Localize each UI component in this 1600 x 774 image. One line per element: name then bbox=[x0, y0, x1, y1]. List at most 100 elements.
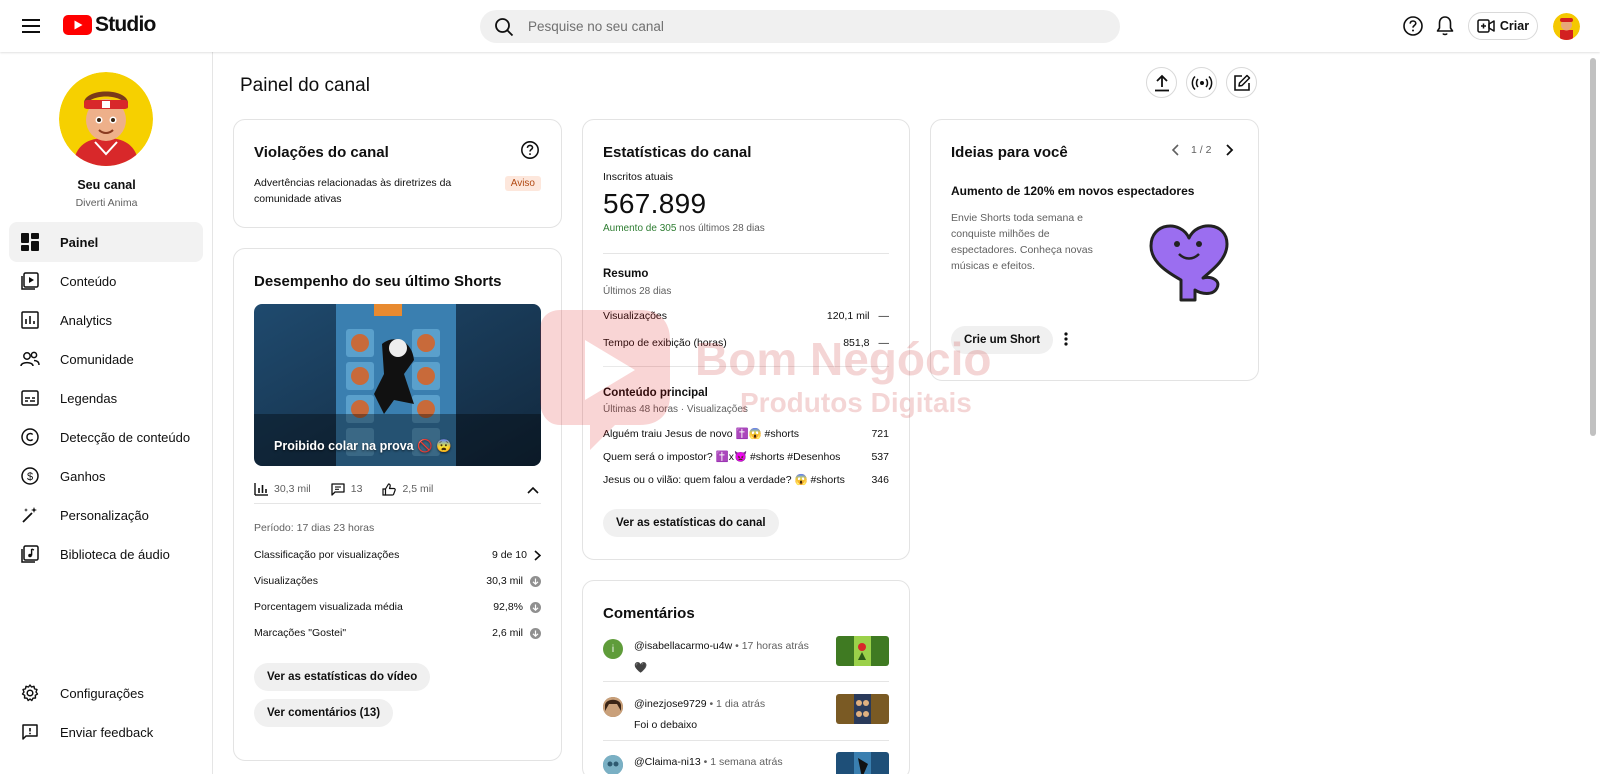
view-comments-button[interactable]: Ver comentários (13) bbox=[254, 699, 394, 727]
sidebar-item-painel[interactable]: Painel bbox=[9, 222, 203, 262]
sidebar: Seu canal Diverti Anima Painel Conteúdo … bbox=[0, 52, 213, 774]
sidebar-item-label: Biblioteca de áudio bbox=[60, 546, 170, 562]
channel-avatar[interactable] bbox=[59, 72, 153, 166]
sidebar-item-ganhos[interactable]: $ Ganhos bbox=[9, 456, 203, 496]
comment-user[interactable]: @isabellacarmo-u4w bbox=[634, 640, 732, 652]
comment-item[interactable]: i @isabellacarmo-u4w • 17 horas atrás 🖤 bbox=[603, 636, 889, 694]
shorts-title: Desempenho do seu último Shorts bbox=[254, 273, 502, 290]
comment-user[interactable]: @inezjose9729 bbox=[634, 698, 707, 710]
heart-mascot-illustration bbox=[1141, 216, 1237, 308]
shorts-row-views: Visualizações 30,3 mil bbox=[254, 575, 541, 587]
channel-stats-button[interactable]: Ver as estatísticas do canal bbox=[603, 509, 779, 537]
divider bbox=[603, 681, 889, 682]
comment-video-thumbnail[interactable] bbox=[836, 752, 889, 774]
row-label: Visualizações bbox=[254, 575, 319, 587]
sidebar-item-legendas[interactable]: Legendas bbox=[9, 378, 203, 418]
sidebar-item-label: Configurações bbox=[60, 685, 144, 701]
go-live-button[interactable] bbox=[1186, 67, 1217, 98]
sidebar-item-label: Conteúdo bbox=[60, 273, 117, 289]
divider bbox=[603, 740, 889, 741]
comment-time: • 17 horas atrás bbox=[735, 640, 809, 652]
stats-title: Estatísticas do canal bbox=[603, 144, 752, 161]
channel-title: Seu canal bbox=[77, 178, 136, 192]
comments-count: 13 bbox=[350, 483, 363, 495]
arrow-down-circle-icon bbox=[530, 601, 541, 613]
create-button[interactable]: Criar bbox=[1468, 12, 1538, 40]
top-content-item[interactable]: Jesus ou o vilão: quem falou a verdade? … bbox=[603, 473, 889, 487]
sidebar-item-label: Ganhos bbox=[60, 468, 106, 484]
studio-logo[interactable]: Studio bbox=[63, 13, 156, 37]
more-options-button[interactable] bbox=[1061, 332, 1071, 348]
create-post-button[interactable] bbox=[1226, 67, 1257, 98]
audio-library-icon bbox=[20, 544, 40, 564]
sidebar-item-analytics[interactable]: Analytics bbox=[9, 300, 203, 340]
violations-title: Violações do canal bbox=[254, 144, 389, 161]
settings-icon bbox=[20, 683, 40, 703]
search-bar[interactable] bbox=[480, 10, 1120, 43]
top-content-title: Conteúdo principal bbox=[603, 387, 708, 399]
feedback-icon bbox=[20, 722, 40, 742]
summary-period: Últimos 28 dias bbox=[603, 286, 672, 297]
content-views: 537 bbox=[871, 450, 889, 463]
comments-title: Comentários bbox=[603, 605, 695, 622]
sidebar-item-comunidade[interactable]: Comunidade bbox=[9, 339, 203, 379]
shorts-performance-card: Desempenho do seu último Shorts Proibido… bbox=[233, 248, 562, 761]
bell-icon bbox=[1436, 16, 1454, 36]
views-stat: 30,3 mil bbox=[254, 482, 311, 496]
video-add-icon bbox=[1477, 19, 1495, 33]
shorts-thumbnail[interactable]: Proibido colar na prova 🚫 😨 bbox=[254, 304, 541, 466]
comment-item[interactable]: @inezjose9729 • 1 dia atrás Foi o debaix… bbox=[603, 694, 889, 752]
previous-idea-button[interactable] bbox=[1167, 142, 1183, 160]
content-views: 346 bbox=[871, 473, 889, 486]
create-label: Criar bbox=[1499, 19, 1530, 33]
comment-time: • 1 dia atrás bbox=[709, 698, 766, 710]
content-icon bbox=[20, 271, 40, 291]
sidebar-item-personalizacao[interactable]: Personalização bbox=[9, 495, 203, 535]
dashboard-icon bbox=[20, 232, 40, 252]
arrow-down-circle-icon bbox=[530, 575, 541, 587]
ideas-card: Ideias para você 1 / 2 Aumento de 120% e… bbox=[930, 119, 1259, 381]
create-short-button[interactable]: Crie um Short bbox=[951, 326, 1054, 354]
sidebar-item-enviar-feedback[interactable]: Enviar feedback bbox=[9, 712, 203, 752]
violations-help-button[interactable] bbox=[519, 140, 541, 162]
sidebar-item-configuracoes[interactable]: Configurações bbox=[9, 673, 203, 713]
search-input[interactable] bbox=[528, 19, 1088, 34]
sidebar-item-biblioteca-audio[interactable]: Biblioteca de áudio bbox=[9, 534, 203, 574]
ideas-pager: 1 / 2 bbox=[1191, 144, 1212, 156]
chevron-right-icon[interactable] bbox=[534, 549, 541, 561]
sidebar-item-label: Comunidade bbox=[60, 351, 134, 367]
help-icon bbox=[1403, 16, 1423, 36]
earn-icon: $ bbox=[20, 466, 40, 486]
notifications-button[interactable] bbox=[1433, 14, 1457, 38]
row-value: 92,8% bbox=[493, 601, 523, 613]
sidebar-item-deteccao[interactable]: Detecção de conteúdo bbox=[9, 417, 203, 457]
subscribers-label: Inscritos atuais bbox=[603, 171, 674, 183]
row-label: Classificação por visualizações bbox=[254, 549, 400, 561]
search-icon bbox=[495, 17, 514, 36]
analytics-icon bbox=[20, 310, 40, 330]
shorts-row-avg-viewed: Porcentagem visualizada média 92,8% bbox=[254, 601, 541, 613]
video-stats-button[interactable]: Ver as estatísticas do vídeo bbox=[254, 663, 431, 691]
collapse-button[interactable] bbox=[525, 481, 541, 497]
comment-video-thumbnail[interactable] bbox=[836, 636, 889, 666]
comment-video-thumbnail[interactable] bbox=[836, 694, 889, 724]
help-button[interactable] bbox=[1401, 14, 1425, 38]
top-content-item[interactable]: Quem será o impostor? ✝️x👿 #shorts #Dese… bbox=[603, 450, 889, 464]
row-value: 30,3 mil bbox=[486, 575, 523, 587]
comment-user[interactable]: @Claima-ni13 bbox=[634, 756, 701, 768]
hamburger-menu-button[interactable] bbox=[18, 13, 44, 39]
comment-time: • 1 semana atrás bbox=[703, 756, 783, 768]
upload-button[interactable] bbox=[1146, 67, 1177, 98]
account-avatar[interactable] bbox=[1553, 13, 1580, 40]
next-idea-button[interactable] bbox=[1222, 142, 1238, 160]
ideas-title: Ideias para você bbox=[951, 144, 1068, 161]
comment-item[interactable]: @Claima-ni13 • 1 semana atrás bbox=[603, 752, 889, 774]
thumbs-up-icon bbox=[382, 482, 397, 496]
svg-text:$: $ bbox=[27, 471, 33, 483]
sidebar-item-conteudo[interactable]: Conteúdo bbox=[9, 261, 203, 301]
comment-text: 🖤 bbox=[634, 662, 648, 674]
top-content-item[interactable]: Alguém traiu Jesus de novo ✝️😱 #shorts 7… bbox=[603, 427, 889, 441]
page-scrollbar[interactable] bbox=[1590, 58, 1596, 436]
subscribers-increase: Aumento de 305 bbox=[603, 223, 677, 234]
sidebar-item-label: Detecção de conteúdo bbox=[60, 429, 191, 445]
